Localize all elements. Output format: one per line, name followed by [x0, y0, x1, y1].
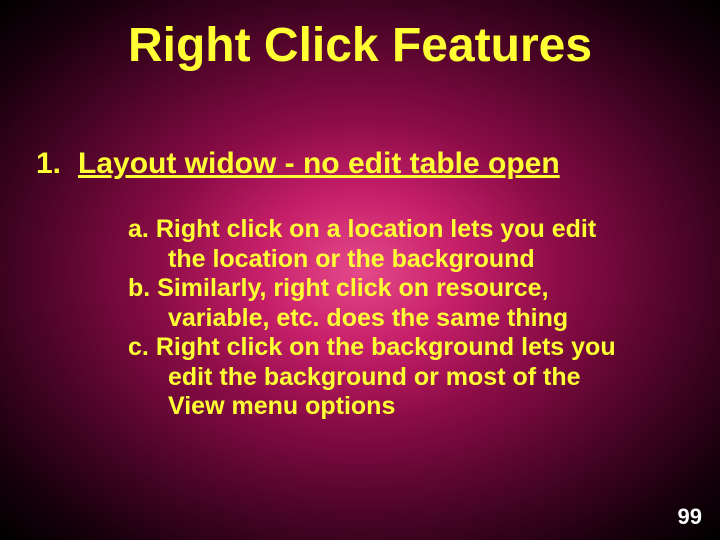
list-item-text: edit the background or most of the: [128, 363, 720, 393]
list-item: b. Similarly, right click on resource, v…: [128, 274, 720, 333]
list-item: c. Right click on the background lets yo…: [128, 333, 720, 422]
section-heading: 1.Layout widow - no edit table open: [36, 147, 720, 181]
list-item-text: variable, etc. does the same thing: [128, 304, 720, 334]
section-1: 1.Layout widow - no edit table open a. R…: [36, 147, 720, 422]
list-item-text: Similarly, right click on resource,: [157, 274, 548, 302]
section-heading-text: Layout widow - no edit table open: [78, 147, 560, 180]
list-item-text: Right click on a location lets you edit: [156, 215, 596, 243]
list-item-text: Right click on the background lets you: [156, 333, 616, 361]
list-item-label: b.: [128, 274, 150, 302]
item-list: a. Right click on a location lets you ed…: [128, 215, 720, 422]
list-item-label: a.: [128, 215, 149, 243]
slide-title: Right Click Features: [0, 0, 720, 73]
list-item-text: View menu options: [128, 392, 720, 422]
list-item: a. Right click on a location lets you ed…: [128, 215, 720, 274]
page-number: 99: [678, 504, 702, 530]
list-item-label: c.: [128, 333, 149, 361]
section-number: 1.: [36, 147, 78, 181]
list-item-text: the location or the background: [128, 245, 720, 275]
